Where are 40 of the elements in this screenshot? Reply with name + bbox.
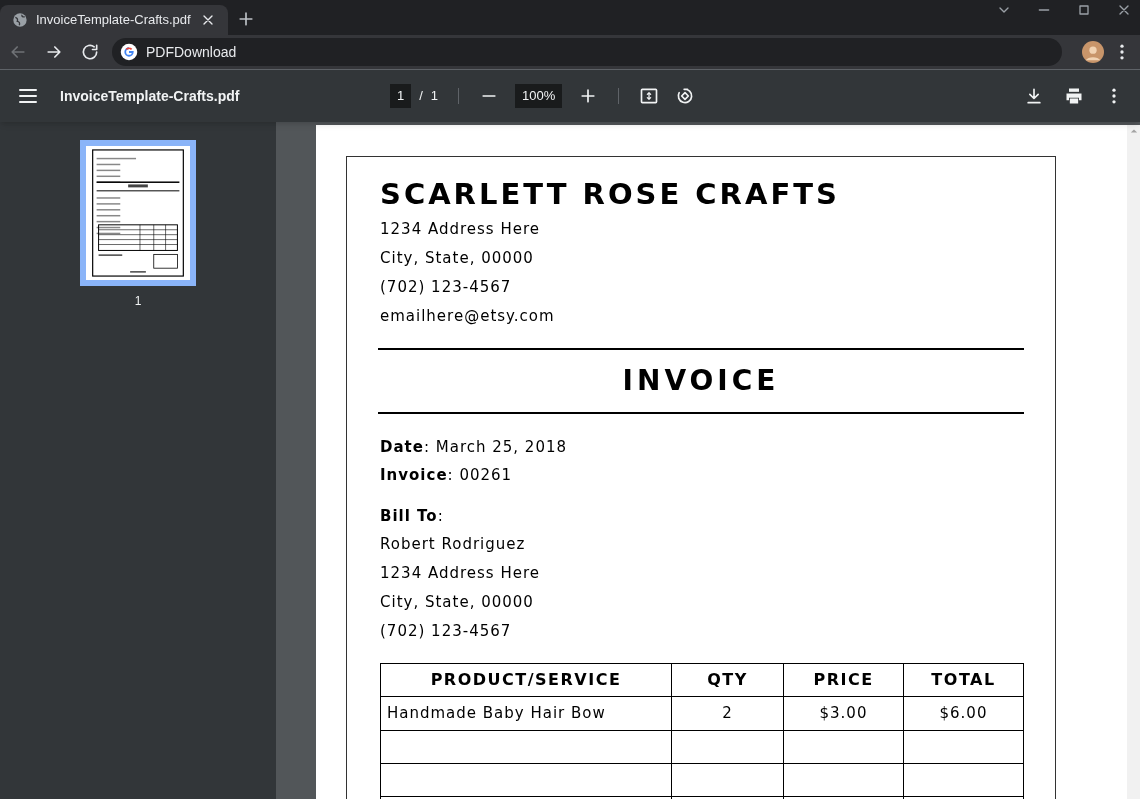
bill-to-line: (702) 123-4567: [380, 621, 512, 642]
table-cell: $3.00: [784, 697, 904, 730]
invoice-detail: Date: March 25, 2018: [380, 437, 568, 458]
google-logo-icon: [120, 43, 138, 61]
address-line: City, State, 00000: [380, 248, 534, 269]
document-title: InvoiceTemplate-Crafts.pdf: [60, 86, 241, 106]
bill-to-label: Bill To:: [380, 506, 444, 527]
page-separator: /: [419, 87, 423, 106]
globe-icon: [12, 12, 28, 28]
invoice-heading: INVOICE: [622, 363, 780, 399]
browser-tab[interactable]: InvoiceTemplate-Crafts.pdf: [0, 5, 228, 35]
address-text: PDFDownload: [146, 42, 237, 62]
tab-title: InvoiceTemplate-Crafts.pdf: [36, 11, 192, 30]
page-number-field[interactable]: 1: [390, 84, 412, 108]
download-icon[interactable]: [1024, 86, 1044, 106]
bill-to-line: Robert Rodriguez: [380, 534, 526, 555]
address-line: 1234 Address Here: [380, 219, 541, 240]
bill-to-line: City, State, 00000: [380, 592, 534, 613]
fit-page-icon[interactable]: [639, 86, 660, 106]
address-bar[interactable]: PDFDownload: [112, 38, 1062, 66]
zoom-field[interactable]: 100%: [515, 84, 563, 108]
avatar-icon[interactable]: [1082, 41, 1104, 63]
address-line: (702) 123-4567: [380, 277, 512, 298]
print-icon[interactable]: [1064, 86, 1084, 106]
bill-to-line: 1234 Address Here: [380, 563, 541, 584]
table-cell: Handmade Baby Hair Bow: [381, 697, 672, 730]
page-count: 1: [430, 87, 439, 106]
maximize-icon[interactable]: [1076, 2, 1092, 18]
column-header: PRICE: [784, 664, 904, 696]
column-header: QTY: [672, 664, 784, 696]
thumbnail-frame[interactable]: [80, 140, 196, 286]
reload-icon[interactable]: [80, 42, 100, 62]
thumbnail-label: 1: [134, 293, 142, 310]
table-cell-text: $6.00: [938, 703, 989, 725]
column-header: PRODUCT/SERVICE: [381, 664, 672, 696]
table-cell: 2: [672, 697, 784, 730]
company-name: SCARLETT ROSE CRAFTS: [380, 176, 841, 213]
invoice-detail: Invoice: 00261: [380, 465, 513, 486]
column-header: TOTAL: [930, 669, 997, 691]
address-line: emailhere@etsy.com: [380, 306, 555, 327]
